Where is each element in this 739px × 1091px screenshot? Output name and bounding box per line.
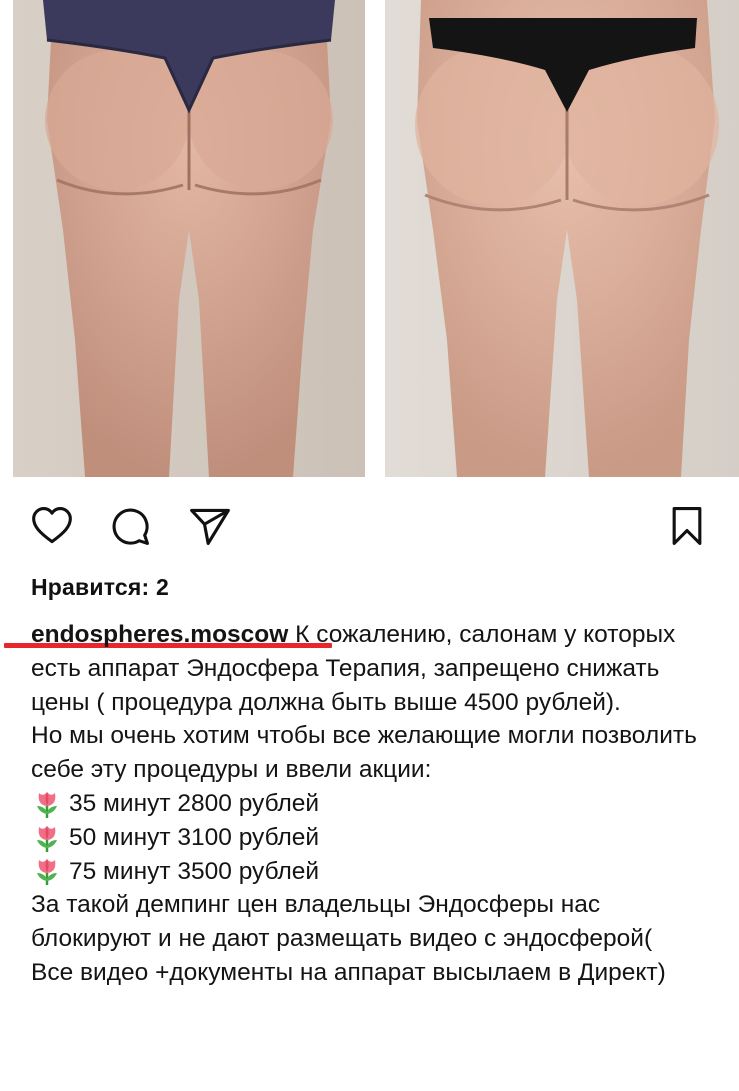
share-button[interactable] [186, 502, 234, 550]
post-action-bar [0, 494, 739, 556]
paper-plane-icon [190, 508, 230, 545]
tulip-icon [37, 859, 57, 886]
likes-count[interactable]: Нравится: 2 [31, 574, 169, 601]
tulip-icon [37, 825, 57, 852]
post-image-right-panel [385, 0, 739, 477]
comment-icon [112, 508, 149, 545]
tulip-icon [37, 791, 57, 818]
caption-paragraph: Но мы очень хотим чтобы все желающие мог… [31, 722, 697, 784]
caption-paragraph: endospheres.moscow К сожалению, салонам … [31, 618, 721, 719]
comment-button[interactable] [106, 502, 154, 550]
caption-paragraph: За такой демпинг цен владельцы Эндосферы… [31, 891, 653, 953]
price-line: 50 минут 3100 рублей [31, 821, 721, 855]
price-line: 35 минут 2800 рублей [31, 787, 721, 821]
post-image[interactable] [0, 0, 739, 477]
caption-paragraph: Все видео +документы на аппарат высылаем… [31, 958, 666, 986]
price-line-text: 35 минут 2800 рублей [69, 789, 320, 817]
post-caption: endospheres.moscow К сожалению, салонам … [31, 618, 721, 990]
bookmark-icon [672, 507, 702, 545]
price-line-text: 50 минут 3100 рублей [69, 823, 320, 851]
price-line-text: 75 минут 3500 рублей [69, 857, 320, 885]
username-link[interactable]: endospheres.moscow [31, 621, 288, 648]
heart-icon [32, 507, 72, 544]
price-line: 75 минут 3500 рублей [31, 855, 721, 889]
save-button[interactable] [663, 502, 711, 550]
like-button[interactable] [28, 502, 76, 550]
post-image-left-panel [13, 0, 365, 477]
